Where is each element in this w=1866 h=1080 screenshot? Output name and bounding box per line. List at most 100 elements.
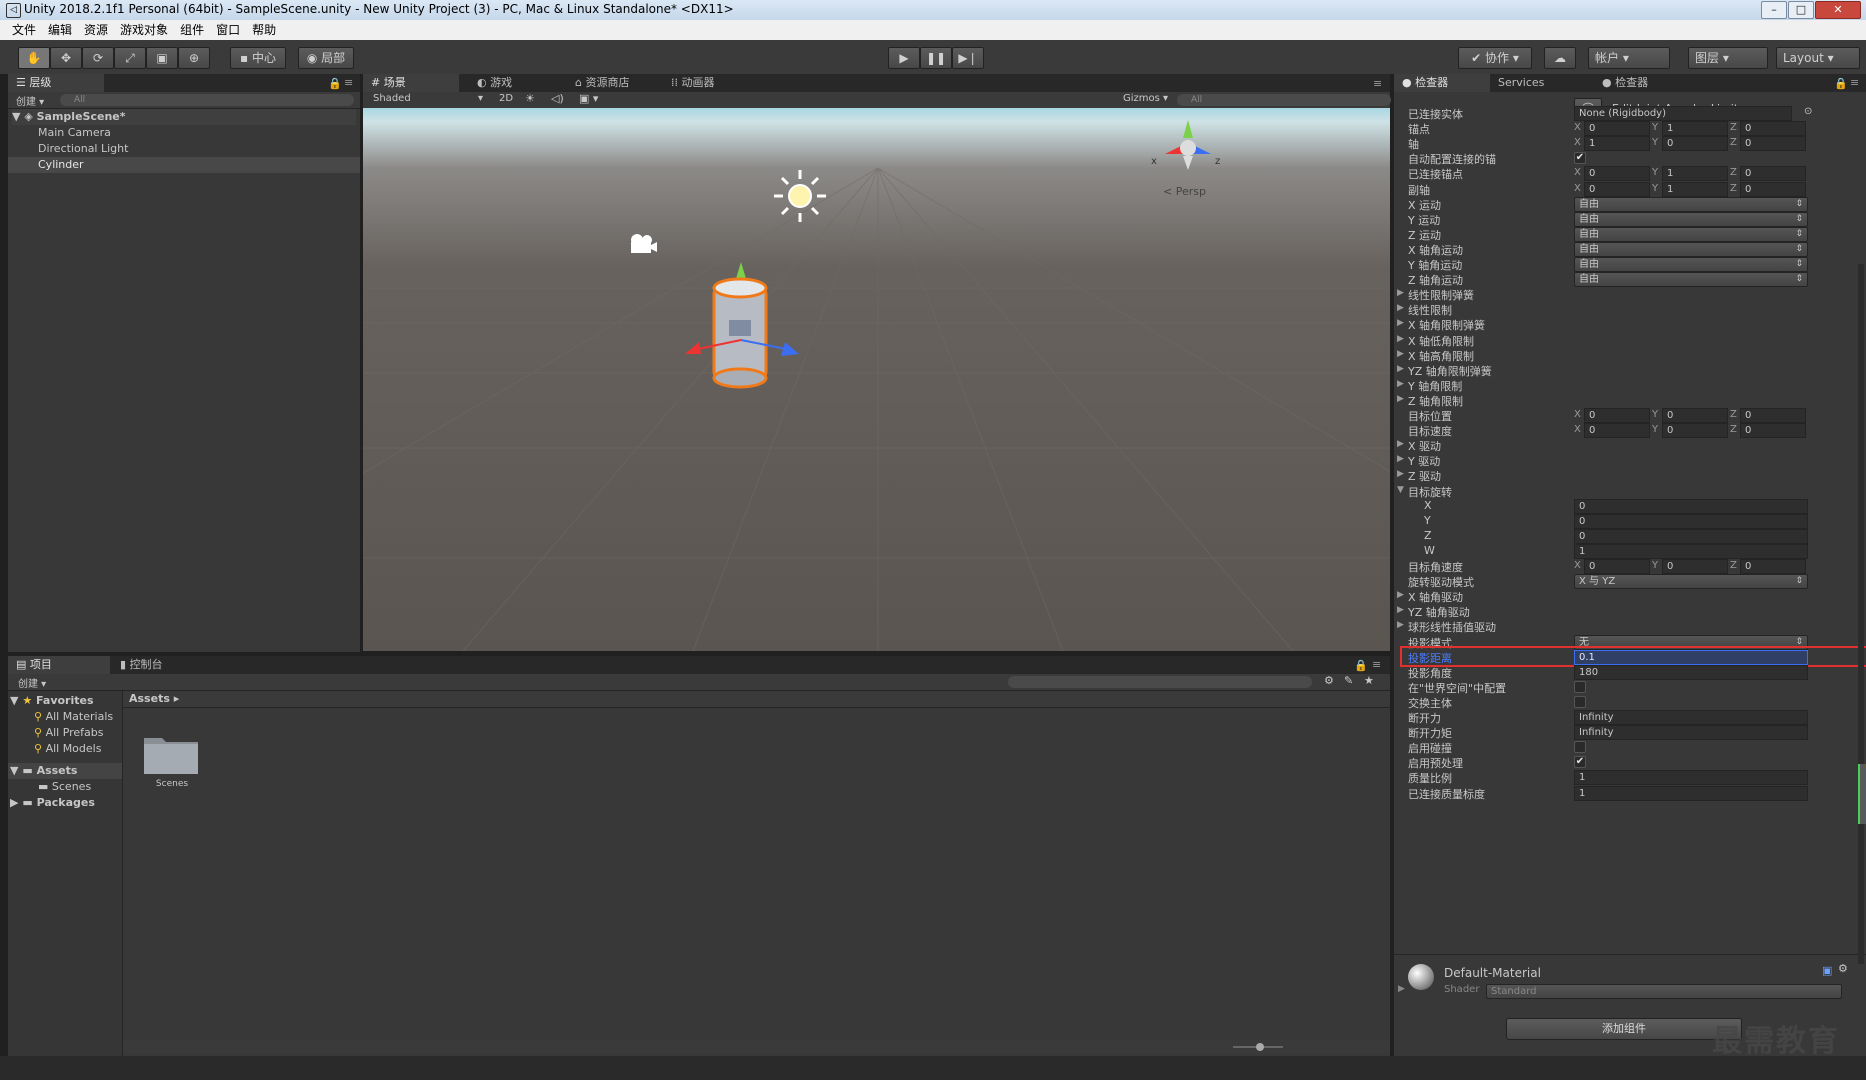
enable-preprocessing-checkbox[interactable]: ✔ (1574, 756, 1586, 769)
pivot-toggle-button[interactable]: ▪ 中心 (230, 47, 286, 69)
quaternion-field[interactable]: 0 (1574, 498, 1808, 514)
menu-help[interactable]: 帮助 (252, 20, 276, 40)
vector-x-field[interactable]: 0 (1584, 559, 1650, 574)
panel-menu-icon[interactable]: ≡ (344, 76, 353, 89)
enable-collision-checkbox[interactable] (1574, 741, 1586, 754)
menu-assets[interactable]: 资源 (84, 20, 108, 40)
vector-z-field[interactable]: 0 (1740, 181, 1806, 197)
toggle-2d-button[interactable]: 2D (499, 93, 513, 104)
layout-dropdown[interactable]: Layout ▾ (1776, 47, 1860, 69)
hierarchy-item-directional-light[interactable]: Directional Light (38, 141, 128, 157)
fold-right-icon[interactable]: ▶ (1397, 620, 1404, 630)
fold-right-icon[interactable]: ▶ (1397, 379, 1404, 389)
step-button[interactable]: ▶❘ (952, 47, 984, 69)
scene-menu-icon[interactable]: ≡ (1373, 77, 1382, 90)
fold-right-icon[interactable]: ▶ (1397, 318, 1404, 328)
material-help-icon[interactable]: ▣ (1822, 964, 1832, 977)
project-lock-icon[interactable]: 🔒 (1354, 659, 1368, 672)
vector-x-field[interactable]: 0 (1584, 166, 1650, 182)
motion-dropdown[interactable]: 自由 ⇕ (1574, 272, 1808, 288)
motion-dropdown[interactable]: 自由 ⇕ (1574, 257, 1808, 272)
favorite-all-materials[interactable]: ⚲ All Materials (34, 709, 113, 725)
vector-y-field[interactable]: 0 (1662, 408, 1728, 423)
config-world-checkbox[interactable] (1574, 680, 1586, 693)
connected-body-field[interactable]: None (Rigidbody) (1574, 106, 1792, 121)
scene-search-input[interactable]: All (1177, 94, 1391, 106)
create-dropdown[interactable]: 创建 ▾ (16, 93, 44, 108)
fold-right-icon[interactable]: ▶ (1397, 303, 1404, 313)
rotation-drive-dropdown[interactable]: X 与 YZ ⇕ (1574, 574, 1808, 590)
motion-dropdown[interactable]: 自由 ⇕ (1574, 196, 1808, 212)
packages-item[interactable]: ▶ ▬ Packages (10, 795, 95, 811)
vector-x-field[interactable]: 0 (1584, 408, 1650, 423)
effects-icon[interactable]: ▣ ▾ (579, 92, 598, 105)
fold-right-icon[interactable]: ▶ (1397, 590, 1404, 600)
vector-z-field[interactable]: 0 (1740, 408, 1806, 423)
favorites-item[interactable]: ▼ ★ Favorites (10, 693, 94, 709)
fold-right-icon[interactable]: ▶ (1397, 349, 1404, 359)
breadcrumb-assets[interactable]: Assets ▸ (129, 692, 179, 705)
hierarchy-search-input[interactable]: All (60, 94, 354, 106)
camera-icon[interactable] (625, 232, 659, 256)
menu-gameobject[interactable]: 游戏对象 (120, 20, 168, 40)
hand-tool-icon[interactable]: ✋ (18, 47, 50, 69)
fold-right-icon[interactable]: ▶ (1397, 439, 1404, 449)
orientation-gizmo-icon[interactable] (1153, 110, 1223, 180)
project-search-input[interactable] (1008, 676, 1312, 688)
vector-x-field[interactable]: 1 (1584, 136, 1650, 152)
vector-z-field[interactable]: 0 (1740, 136, 1806, 152)
break-force-field[interactable]: Infinity (1574, 710, 1808, 725)
material-fold-icon[interactable]: ▶ (1398, 984, 1405, 994)
vector-y-field[interactable]: 1 (1662, 121, 1728, 137)
vector-x-field[interactable]: 0 (1584, 423, 1650, 439)
project-create-dropdown[interactable]: 创建 ▾ (18, 675, 46, 690)
vector-y-field[interactable]: 0 (1662, 136, 1728, 152)
inspector-menu-icon[interactable]: ≡ (1850, 76, 1859, 89)
project-menu-icon[interactable]: ≡ (1372, 658, 1381, 671)
tab-inspector[interactable]: ● 检查器 (1394, 74, 1490, 92)
tab-animator[interactable]: ⁞⁞ 动画器 (663, 74, 723, 92)
rotate-tool-icon[interactable]: ⟳ (82, 47, 114, 69)
filter-type-icon[interactable]: ⚙ (1324, 674, 1334, 687)
tab-scene[interactable]: # 场景 (363, 74, 459, 92)
vector-z-field[interactable]: 0 (1740, 166, 1806, 182)
account-dropdown[interactable]: 帐户 ▾ (1588, 47, 1670, 69)
fold-right-icon[interactable]: ▶ (1397, 288, 1404, 298)
vector-y-field[interactable]: 1 (1662, 166, 1728, 182)
vector-z-field[interactable]: 0 (1740, 423, 1806, 439)
quaternion-field[interactable]: 0 (1574, 513, 1808, 529)
tab-hierarchy[interactable]: ☰ 层级 (8, 74, 104, 92)
favorite-all-prefabs[interactable]: ⚲ All Prefabs (34, 725, 104, 741)
add-component-button[interactable]: 添加组件 (1506, 1018, 1742, 1040)
space-toggle-button[interactable]: ◉ 局部 (298, 47, 354, 69)
maximize-button[interactable]: □ (1788, 1, 1814, 19)
tab-game[interactable]: ◐ 游戏 (469, 74, 520, 92)
quaternion-field[interactable]: 0 (1574, 528, 1808, 544)
directional-light-icon[interactable] (770, 166, 830, 226)
audio-icon[interactable]: ◁) (551, 92, 564, 105)
menu-window[interactable]: 窗口 (216, 20, 240, 40)
vector-y-field[interactable]: 0 (1662, 423, 1728, 439)
lock-icon[interactable]: 🔒 (328, 77, 342, 90)
minimize-button[interactable]: – (1761, 1, 1787, 19)
move-tool-icon[interactable]: ✥ (50, 47, 82, 69)
fold-right-icon[interactable]: ▶ (1397, 364, 1404, 374)
tab-services[interactable]: Services (1490, 74, 1552, 92)
menu-file[interactable]: 文件 (12, 20, 36, 40)
lighting-icon[interactable]: ☀ (525, 92, 535, 105)
tab-asset-store[interactable]: ⌂ 资源商店 (567, 74, 637, 92)
fold-down-icon[interactable]: ▼ (1397, 485, 1404, 495)
assets-scenes-item[interactable]: ▬ Scenes (38, 779, 91, 795)
inspector-scrollbar-thumb[interactable] (1858, 764, 1866, 824)
vector-x-field[interactable]: 0 (1584, 181, 1650, 197)
favorite-star-icon[interactable]: ★ (1364, 674, 1374, 687)
swap-bodies-checkbox[interactable] (1574, 695, 1586, 708)
auto-config-checkbox[interactable]: ✔ (1574, 152, 1586, 165)
scene-root-item[interactable]: ▼ ◈ SampleScene* (12, 109, 356, 125)
motion-dropdown[interactable]: 自由 ⇕ (1574, 226, 1808, 242)
gizmos-dropdown[interactable]: Gizmos ▾ (1123, 93, 1168, 104)
fold-right-icon[interactable]: ▶ (1397, 605, 1404, 615)
assets-item[interactable]: ▼ ▬ Assets (8, 763, 122, 779)
cylinder-object[interactable] (663, 250, 823, 420)
break-torque-field[interactable]: Infinity (1574, 725, 1808, 741)
